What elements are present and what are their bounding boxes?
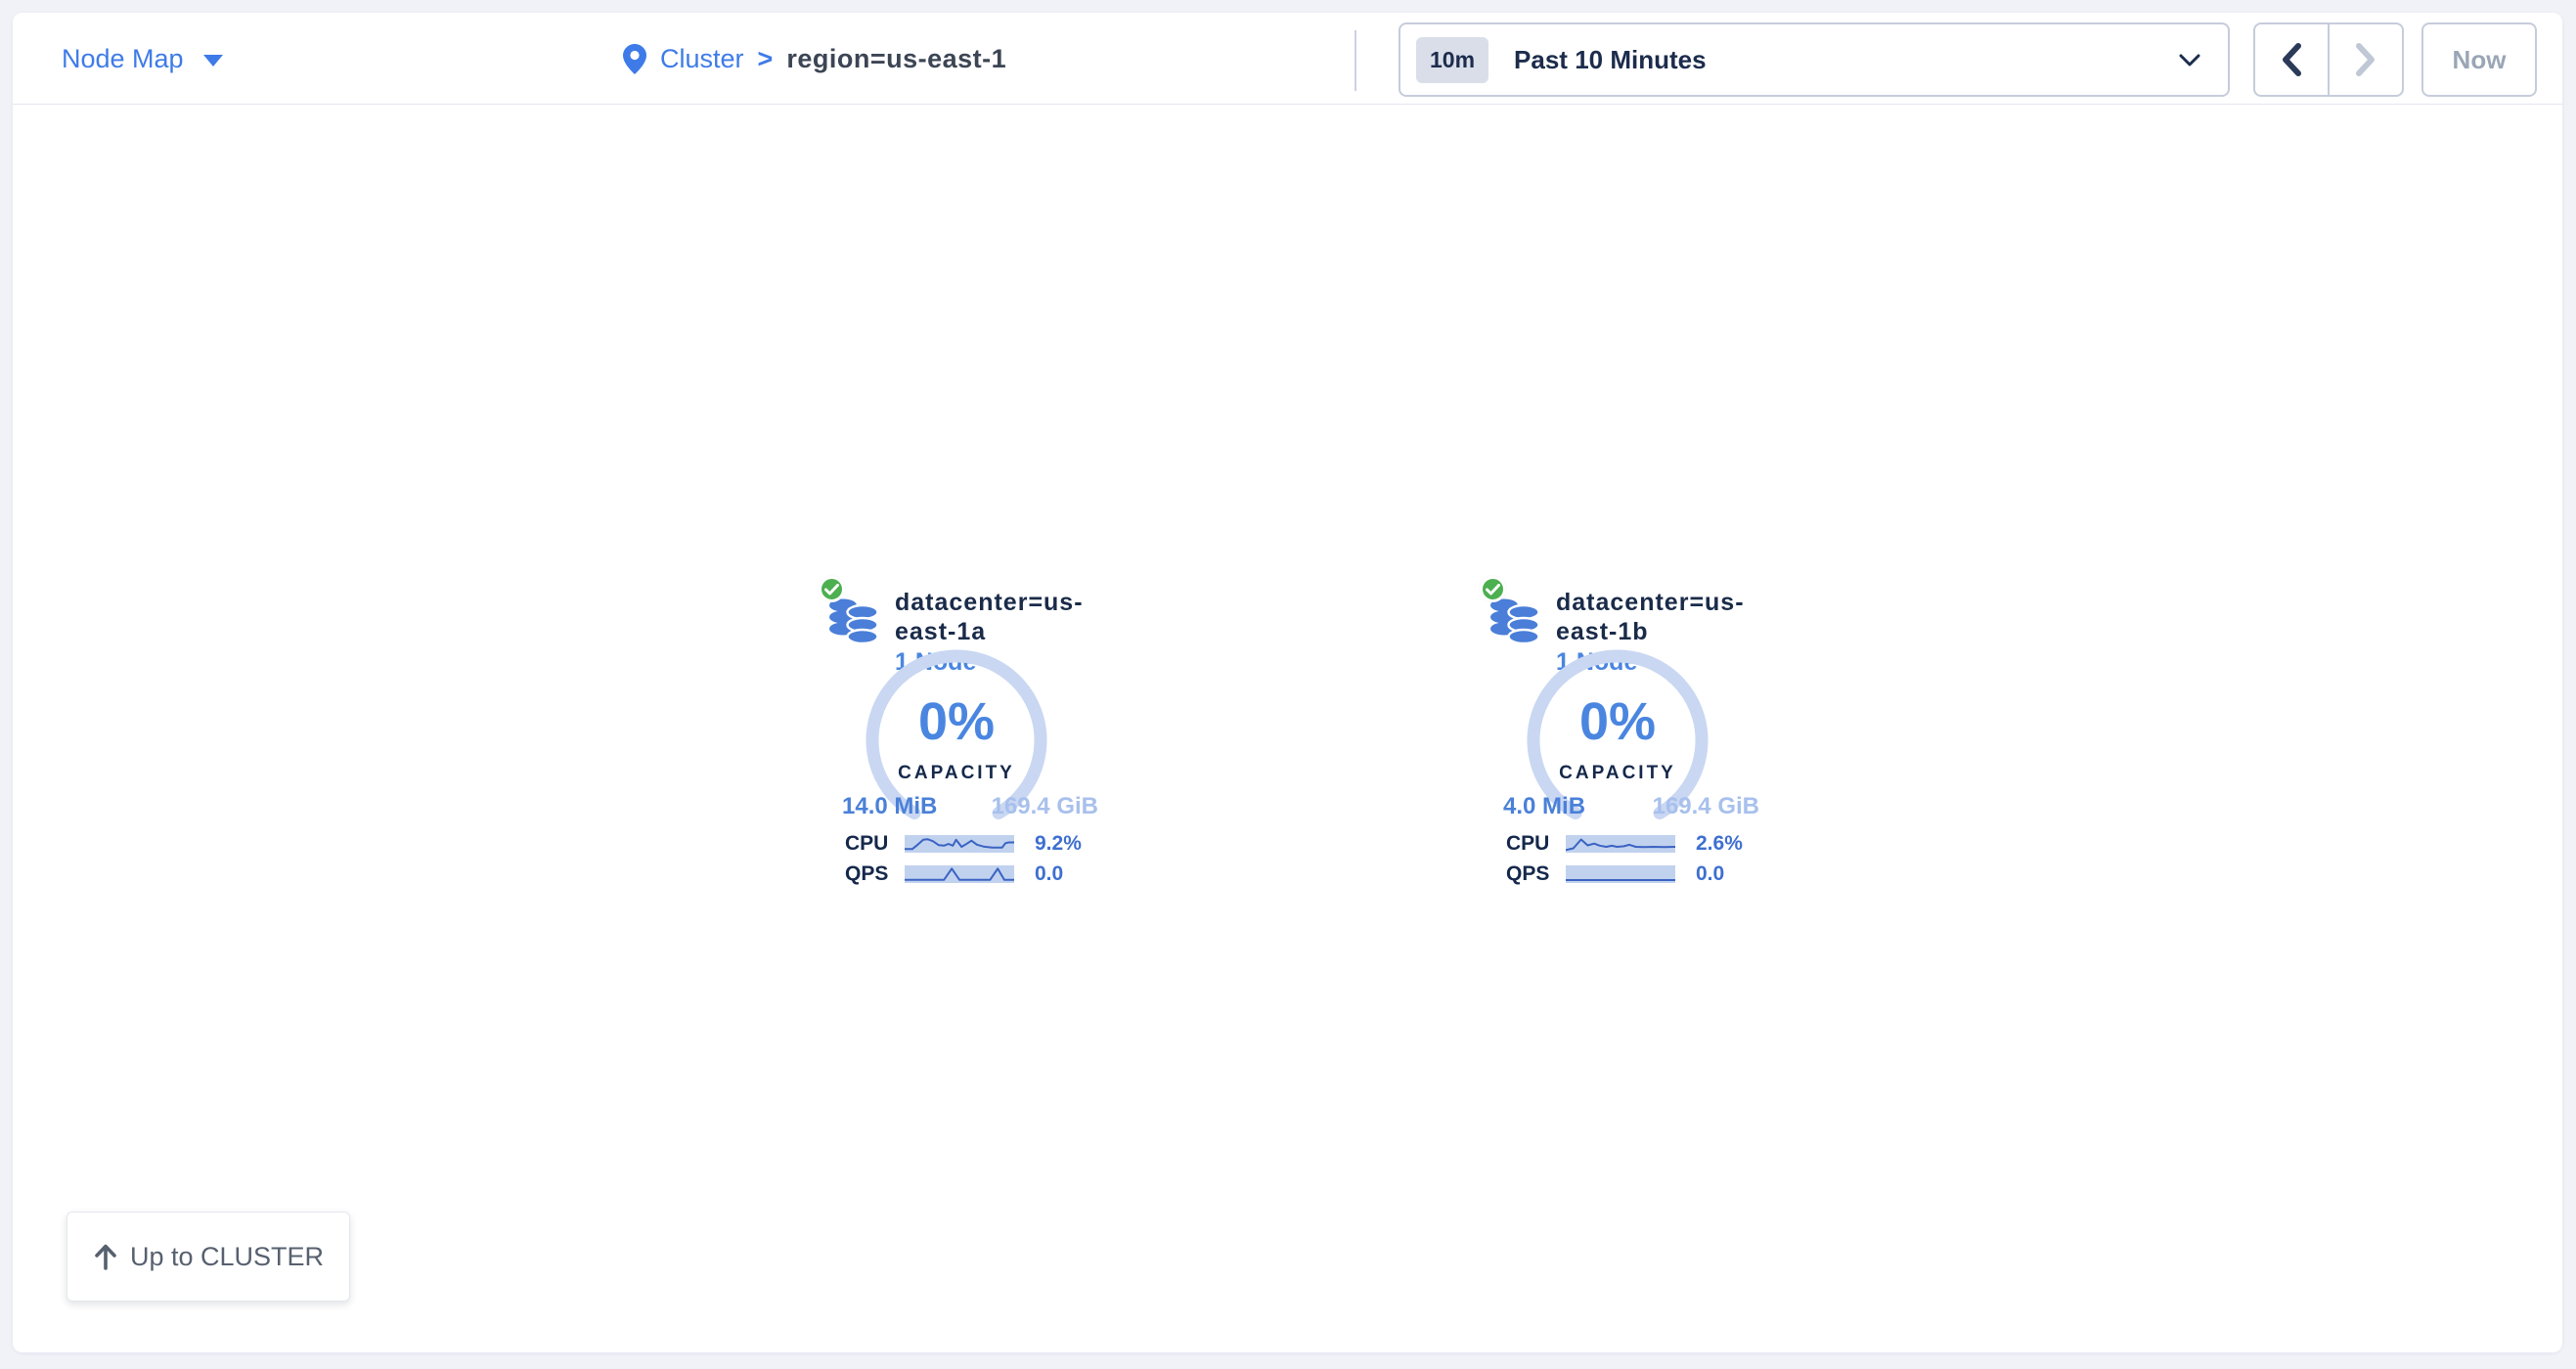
qps-sparkline (1566, 865, 1675, 883)
time-nav-group (2253, 22, 2404, 97)
cpu-value: 9.2% (1035, 834, 1082, 854)
database-stack-icon (826, 597, 881, 644)
breadcrumb-current: region=us-east-1 (786, 44, 1006, 74)
breadcrumb: Cluster > region=us-east-1 (623, 13, 1006, 105)
cpu-value: 2.6% (1696, 834, 1743, 854)
healthy-check-icon (819, 576, 845, 602)
header-divider (1355, 30, 1356, 91)
breadcrumb-separator: > (758, 44, 774, 74)
top-bar: Node Map Cluster > region=us-east-1 10m … (13, 13, 2562, 105)
breadcrumb-cluster-link[interactable]: Cluster (660, 44, 744, 74)
database-stack-icon (1488, 597, 1542, 644)
healthy-check-icon (1480, 576, 1506, 602)
capacity-label: CAPACITY (859, 763, 1054, 784)
time-window-select[interactable]: 10m Past 10 Minutes (1399, 22, 2230, 97)
qps-value: 0.0 (1696, 864, 1724, 884)
locality-title: datacenter=us-east-1b (1556, 588, 1772, 646)
capacity-percent: 0% (859, 695, 1054, 748)
qps-label: QPS (1506, 864, 1547, 884)
locality-card-us-east-1b[interactable]: datacenter=us-east-1b 1 Node 0% CAPACITY… (1479, 574, 1772, 889)
up-to-cluster-label: Up to CLUSTER (130, 1242, 324, 1272)
qps-label: QPS (845, 864, 886, 884)
arrow-up-icon (93, 1243, 118, 1270)
cpu-label: CPU (845, 834, 886, 854)
capacity-label: CAPACITY (1520, 763, 1715, 784)
qps-metric-row: QPS 0.0 (1479, 864, 1772, 884)
cpu-metric-row: CPU 9.2% (818, 834, 1111, 854)
qps-value: 0.0 (1035, 864, 1063, 884)
chevron-right-icon (2355, 43, 2376, 76)
locality-card-us-east-1a[interactable]: datacenter=us-east-1a 1 Node 0% CAPACITY… (818, 574, 1111, 889)
locality-title: datacenter=us-east-1a (895, 588, 1111, 646)
chevron-down-icon (2179, 54, 2200, 66)
cpu-sparkline (1566, 835, 1675, 853)
qps-sparkline (905, 865, 1014, 883)
capacity-total: 169.4 GiB (992, 793, 1098, 820)
next-interval-button[interactable] (2328, 24, 2402, 95)
view-mode-label: Node Map (62, 44, 184, 74)
capacity-values: 4.0 MiB 169.4 GiB (1503, 793, 1759, 820)
now-button[interactable]: Now (2421, 22, 2537, 97)
caret-down-icon (203, 55, 223, 66)
qps-metric-row: QPS 0.0 (818, 864, 1111, 884)
time-window-badge: 10m (1416, 37, 1488, 83)
capacity-percent: 0% (1520, 695, 1715, 748)
node-map-canvas: datacenter=us-east-1a 1 Node 0% CAPACITY… (13, 106, 2562, 1352)
cpu-label: CPU (1506, 834, 1547, 854)
location-pin-icon (623, 44, 646, 74)
capacity-total: 169.4 GiB (1653, 793, 1759, 820)
node-map-panel: Node Map Cluster > region=us-east-1 10m … (13, 13, 2562, 1352)
view-mode-dropdown[interactable]: Node Map (62, 13, 223, 105)
capacity-used: 14.0 MiB (842, 793, 937, 820)
up-to-cluster-button[interactable]: Up to CLUSTER (67, 1212, 350, 1302)
cpu-sparkline (905, 835, 1014, 853)
cpu-metric-row: CPU 2.6% (1479, 834, 1772, 854)
capacity-values: 14.0 MiB 169.4 GiB (842, 793, 1098, 820)
previous-interval-button[interactable] (2255, 24, 2328, 95)
capacity-used: 4.0 MiB (1503, 793, 1585, 820)
chevron-left-icon (2281, 43, 2302, 76)
time-window-label: Past 10 Minutes (1514, 45, 1707, 75)
